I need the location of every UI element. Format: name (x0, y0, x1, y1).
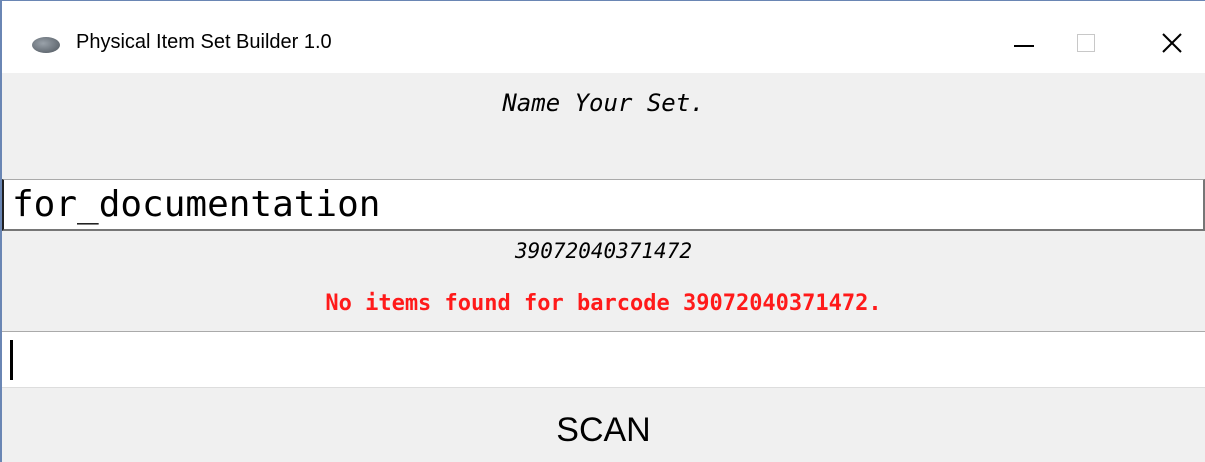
maximize-button[interactable] (1046, 17, 1126, 69)
minimize-icon (1014, 45, 1034, 47)
status-message: No items found for barcode 3907204037147… (325, 291, 882, 316)
window-title: Physical Item Set Builder 1.0 (76, 31, 332, 53)
last-barcode-text: 39072040371472 (514, 239, 692, 263)
name-your-set-label: Name Your Set. (2, 73, 1205, 179)
prompt-text: Name Your Set. (502, 89, 705, 117)
close-button[interactable] (1132, 17, 1205, 69)
title-bar[interactable]: Physical Item Set Builder 1.0 (2, 1, 1205, 73)
close-icon (1162, 33, 1182, 53)
app-pebble-icon (32, 37, 60, 53)
maximize-icon (1077, 34, 1095, 52)
scan-button[interactable]: SCAN (2, 387, 1205, 462)
barcode-scan-input[interactable] (2, 331, 1205, 387)
set-name-input[interactable] (2, 179, 1205, 231)
app-window: Physical Item Set Builder 1.0 Name Your … (0, 0, 1205, 462)
text-caret (10, 340, 13, 380)
